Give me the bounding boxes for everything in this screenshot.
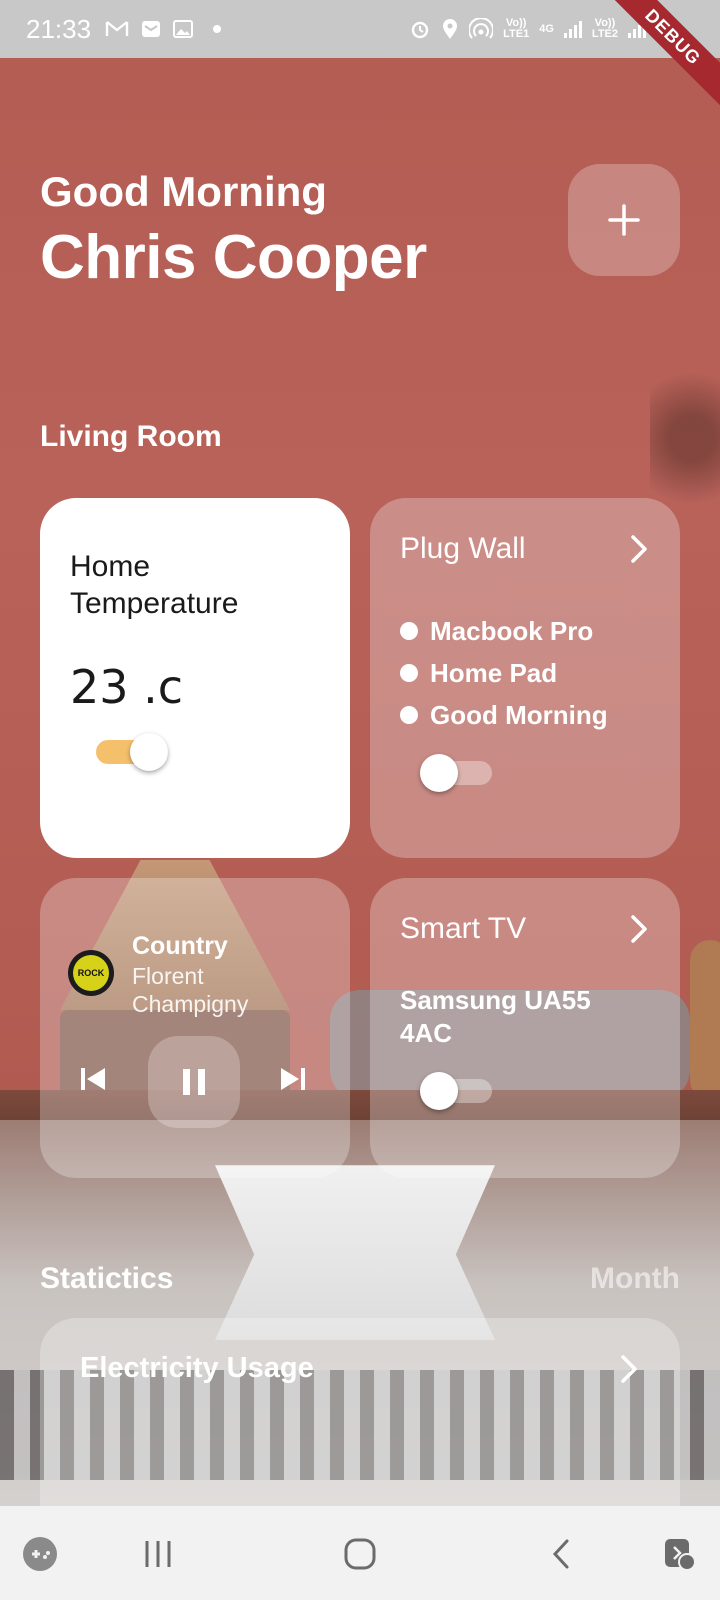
accessibility-button[interactable] [660,1534,700,1574]
game-launcher-icon [23,1537,57,1571]
track-artist: Florent Champigny [132,963,249,1017]
list-item: Macbook Pro [400,610,608,652]
status-system-icons: Vo)) LTE1 4G Vo)) LTE2 [409,18,668,40]
lte1-icon: Vo)) LTE1 [503,17,530,40]
status-notification-icons [105,20,222,38]
album-art: ROCK [68,950,114,996]
list-item: Good Morning [400,694,608,736]
home-icon [344,1538,376,1570]
home-button[interactable] [340,1534,380,1574]
music-player-card[interactable]: ROCK Country Florent Champigny [40,878,350,1178]
album-label: ROCK [73,955,109,991]
temperature-card[interactable]: Home Temperature 23 .c [40,498,350,858]
temperature-toggle[interactable] [96,733,168,771]
gmail-icon [105,21,129,36]
plug-wall-card[interactable]: Plug Wall Macbook Pro Home Pad Good Morn… [370,498,680,858]
system-navigation-bar [0,1506,720,1600]
plug-wall-title: Plug Wall [400,532,526,565]
electricity-header: Electricity Usage [80,1352,640,1385]
smart-tv-header: Smart TV [400,912,650,946]
add-device-button[interactable] [568,164,680,276]
statistics-title: Statictics [40,1262,174,1295]
plug-wall-header: Plug Wall [400,532,650,566]
signal-icon [563,20,582,38]
chevron-right-icon[interactable] [618,1354,640,1384]
status-time: 21:33 [26,13,92,44]
bullet-icon [400,664,418,682]
electricity-usage-card[interactable]: Electricity Usage [40,1318,680,1508]
greeting-text: Good Morning [40,168,327,215]
gallery-icon [173,20,194,38]
toggle-knob [130,733,168,771]
game-launcher-button[interactable] [20,1534,60,1574]
accessibility-icon [665,1539,696,1571]
pause-button[interactable] [148,1036,240,1128]
bullet-icon [400,706,418,724]
plus-icon [608,204,640,236]
statistics-period-selector[interactable]: Month [590,1262,680,1296]
chevron-right-icon[interactable] [628,914,650,944]
smart-tv-toggle[interactable] [420,1072,492,1110]
alarm-icon [411,21,429,39]
smart-tv-title: Smart TV [400,912,527,945]
plug-device-label: Macbook Pro [430,615,594,646]
recent-apps-button[interactable] [138,1534,178,1574]
toggle-knob [420,754,458,792]
temperature-value: 23 .c [70,660,184,714]
4g-icon: 4G [539,22,554,35]
dot-icon [213,25,222,33]
skip-next-icon[interactable] [278,1064,308,1094]
plug-device-label: Home Pad [430,657,558,688]
bullet-icon [400,622,418,640]
back-icon [552,1539,569,1569]
chevron-right-icon[interactable] [628,534,650,564]
background-side-table [215,1165,495,1340]
lte2-icon: Vo)) LTE2 [591,17,618,40]
tv-model: Samsung UA55 4AC [400,985,591,1048]
skip-previous-icon[interactable] [78,1064,108,1094]
electricity-title: Electricity Usage [80,1352,314,1384]
temperature-title: Home Temperature [70,550,239,620]
toggle-knob [420,1072,458,1110]
back-button[interactable] [542,1534,582,1574]
background-vase [690,940,720,1100]
hotspot-icon [469,18,494,39]
plug-device-label: Good Morning [430,699,608,730]
room-title: Living Room [40,420,222,453]
pause-icon [183,1069,205,1095]
message-icon [142,21,161,37]
track-title: Country [132,932,228,960]
smart-tv-card[interactable]: Smart TV Samsung UA55 4AC [370,878,680,1178]
status-bar: 21:33 Vo)) LTE1 4G Vo)) LTE2 DEBUG [0,0,720,115]
location-icon [443,19,458,39]
plug-device-list: Macbook Pro Home Pad Good Morning [400,610,608,736]
plug-wall-toggle[interactable] [420,754,492,792]
recent-apps-icon [145,1541,171,1567]
user-name: Chris Cooper [40,223,427,292]
list-item: Home Pad [400,652,608,694]
